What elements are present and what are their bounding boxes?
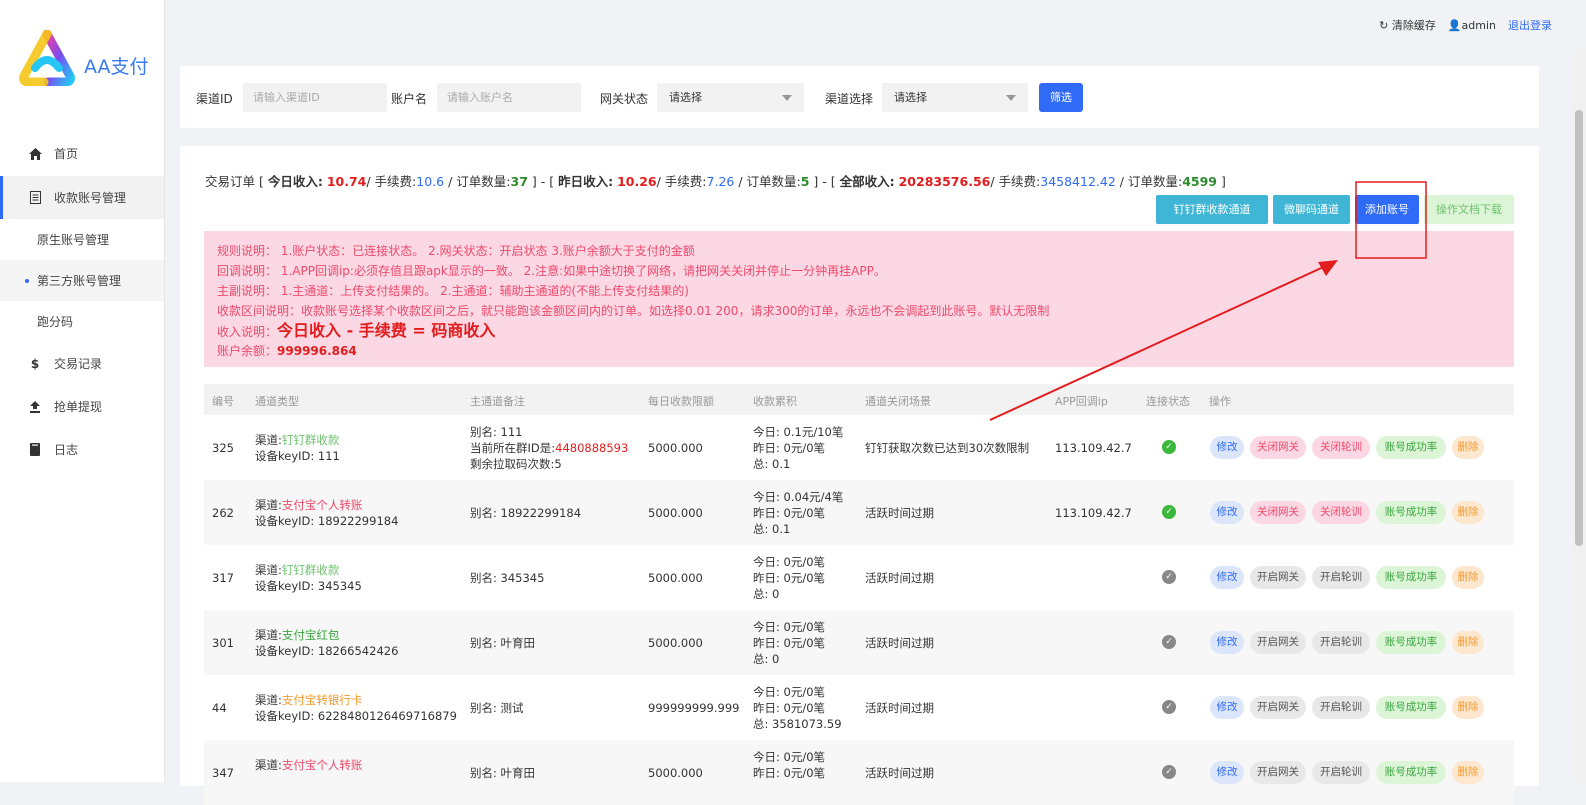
annotation-overlay [989, 181, 1427, 421]
scrollbar[interactable] [1572, 50, 1586, 782]
annotation-highlight-box [1355, 181, 1427, 259]
annotation-arrow [989, 263, 1331, 421]
scrollbar-thumb[interactable] [1575, 110, 1583, 546]
